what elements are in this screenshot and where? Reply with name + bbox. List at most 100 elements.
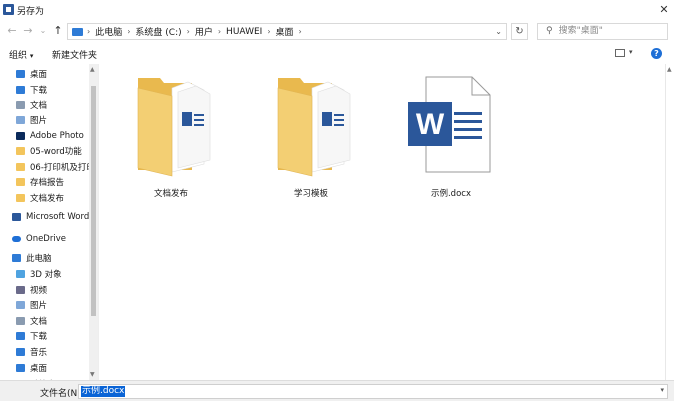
sidebar-item-label: 桌面: [30, 363, 48, 374]
new-folder-button[interactable]: 新建文件夹: [52, 48, 97, 61]
forward-button[interactable]: →: [22, 25, 34, 37]
breadcrumb-item[interactable]: 用户: [195, 25, 213, 38]
sidebar-item-label: 下载: [30, 85, 48, 96]
sidebar-item[interactable]: 图片: [0, 297, 98, 312]
title-bar: 另存为 ✕: [0, 0, 674, 20]
chevron-right-icon[interactable]: ›: [218, 27, 221, 36]
chevron-right-icon: ›: [87, 27, 91, 36]
breadcrumb-item[interactable]: 此电脑: [95, 25, 122, 38]
desktop-icon: [16, 69, 25, 78]
file-name: 文档发布: [153, 189, 188, 199]
sidebar-item[interactable]: 文档发布: [0, 190, 98, 205]
file-name: 学习模板: [293, 189, 328, 199]
up-button[interactable]: ↑: [52, 25, 64, 37]
file-list-area[interactable]: 文档发布 学习模板 W 示例.docx: [99, 64, 665, 380]
word-icon: [12, 212, 21, 221]
close-button[interactable]: ✕: [656, 2, 672, 17]
photoshop-icon: [16, 131, 25, 140]
sidebar-item-label: 05-word功能: [30, 146, 82, 157]
video-icon: [16, 285, 25, 294]
sidebar-scrollbar[interactable]: ▲ ▼: [89, 64, 98, 380]
picture-icon: [16, 115, 25, 124]
chevron-right-icon[interactable]: ›: [187, 27, 190, 36]
music-icon: [16, 347, 25, 356]
desktop-icon: [16, 363, 25, 372]
chevron-down-icon[interactable]: ⌄: [495, 27, 502, 36]
document-icon: [16, 316, 25, 325]
sidebar-item[interactable]: 下载✦: [0, 82, 98, 97]
sidebar-item[interactable]: Microsoft Word: [0, 209, 98, 224]
folder-icon: [16, 162, 25, 171]
help-button[interactable]: ?: [651, 48, 662, 59]
chevron-right-icon[interactable]: ›: [267, 27, 270, 36]
sidebar-item[interactable]: 此电脑: [0, 250, 98, 265]
sidebar-item[interactable]: 图片✦: [0, 112, 98, 127]
word-app-icon: [3, 4, 14, 15]
chevron-right-icon[interactable]: ›: [127, 27, 130, 36]
sidebar-item-label: 下载: [30, 331, 48, 342]
chevron-down-icon[interactable]: ▾: [660, 386, 664, 394]
organize-button[interactable]: 组织 ▾: [9, 48, 33, 61]
recent-locations-button[interactable]: ⌄: [37, 25, 49, 37]
folder-icon: [16, 177, 25, 186]
sidebar-item[interactable]: 3D 对象: [0, 266, 98, 281]
sidebar-item-label: 此电脑: [26, 253, 52, 264]
sidebar-item-label: 文档: [30, 316, 48, 327]
sidebar-item-label: OneDrive: [26, 233, 66, 244]
document-icon: [16, 100, 25, 109]
word-document-icon: W: [408, 76, 491, 173]
scroll-up-icon[interactable]: ▲: [90, 66, 95, 73]
window-title: 另存为: [17, 7, 45, 17]
sidebar-item[interactable]: 文档✦: [0, 97, 98, 112]
refresh-button[interactable]: ↻: [511, 23, 528, 40]
sidebar-item[interactable]: 文档: [0, 313, 98, 328]
sidebar-item[interactable]: 桌面✦: [0, 66, 98, 81]
sidebar-item[interactable]: 视频: [0, 282, 98, 297]
sidebar-item-label: 存档报告: [30, 177, 65, 188]
sidebar-item[interactable]: 存档报告: [0, 174, 98, 189]
chevron-right-icon[interactable]: ›: [299, 27, 302, 36]
file-item-folder[interactable]: 学习模板: [261, 72, 361, 202]
sidebar-item[interactable]: 桌面: [0, 360, 98, 375]
file-item-folder[interactable]: 文档发布: [121, 72, 221, 202]
sidebar-item-label: 文档: [30, 100, 48, 111]
sidebar-item-label: 视频: [30, 285, 48, 296]
computer-icon: [12, 253, 21, 262]
breadcrumb-item[interactable]: HUAWEI: [226, 27, 262, 37]
back-button[interactable]: ←: [6, 25, 18, 37]
organize-label: 组织: [9, 51, 28, 61]
sidebar-item-label: 图片: [30, 115, 48, 126]
sidebar-item[interactable]: 音乐: [0, 344, 98, 359]
breadcrumb-item[interactable]: 系统盘 (C:): [135, 25, 181, 38]
filename-input[interactable]: 示例.docx ▾: [78, 384, 668, 399]
scroll-up-icon[interactable]: ▲: [667, 66, 672, 73]
sidebar-item-label: Microsoft Word: [26, 211, 90, 222]
folder-icon: [16, 146, 25, 155]
computer-icon: [72, 27, 83, 36]
sidebar-item[interactable]: Adobe Photo✦: [0, 128, 98, 143]
download-icon: [16, 331, 25, 340]
file-name: 示例.docx: [430, 189, 471, 199]
sidebar-item-label: Adobe Photo: [30, 130, 84, 141]
scrollbar-thumb[interactable]: [91, 86, 96, 316]
search-placeholder: 搜索"桌面": [558, 26, 603, 36]
search-input[interactable]: ⚲ 搜索"桌面": [537, 23, 668, 40]
sidebar-item[interactable]: 06-打印机及打印: [0, 159, 98, 174]
address-bar[interactable]: › 此电脑 › 系统盘 (C:) › 用户 › HUAWEI › 桌面 › ⌄: [67, 23, 507, 40]
sidebar-item[interactable]: OneDrive: [0, 231, 98, 246]
sidebar-item[interactable]: 下载: [0, 328, 98, 343]
view-options-icon[interactable]: [615, 49, 625, 57]
search-icon: ⚲: [546, 26, 553, 36]
sidebar-item-label: 桌面: [30, 69, 48, 80]
sidebar-item-label: 图片: [30, 300, 48, 311]
file-item-docx[interactable]: W 示例.docx: [401, 72, 501, 202]
download-icon: [16, 85, 25, 94]
filename-bar: 文件名(N): 示例.docx ▾: [0, 380, 674, 401]
sidebar-item[interactable]: 05-word功能: [0, 143, 98, 158]
scroll-down-icon[interactable]: ▼: [90, 371, 95, 378]
breadcrumb-item[interactable]: 桌面: [276, 25, 294, 38]
sidebar-item-label: 06-打印机及打印: [30, 162, 95, 173]
chevron-down-icon[interactable]: ▾: [629, 48, 633, 56]
file-list-scrollbar[interactable]: ▲: [665, 64, 674, 380]
3d-objects-icon: [16, 269, 25, 278]
